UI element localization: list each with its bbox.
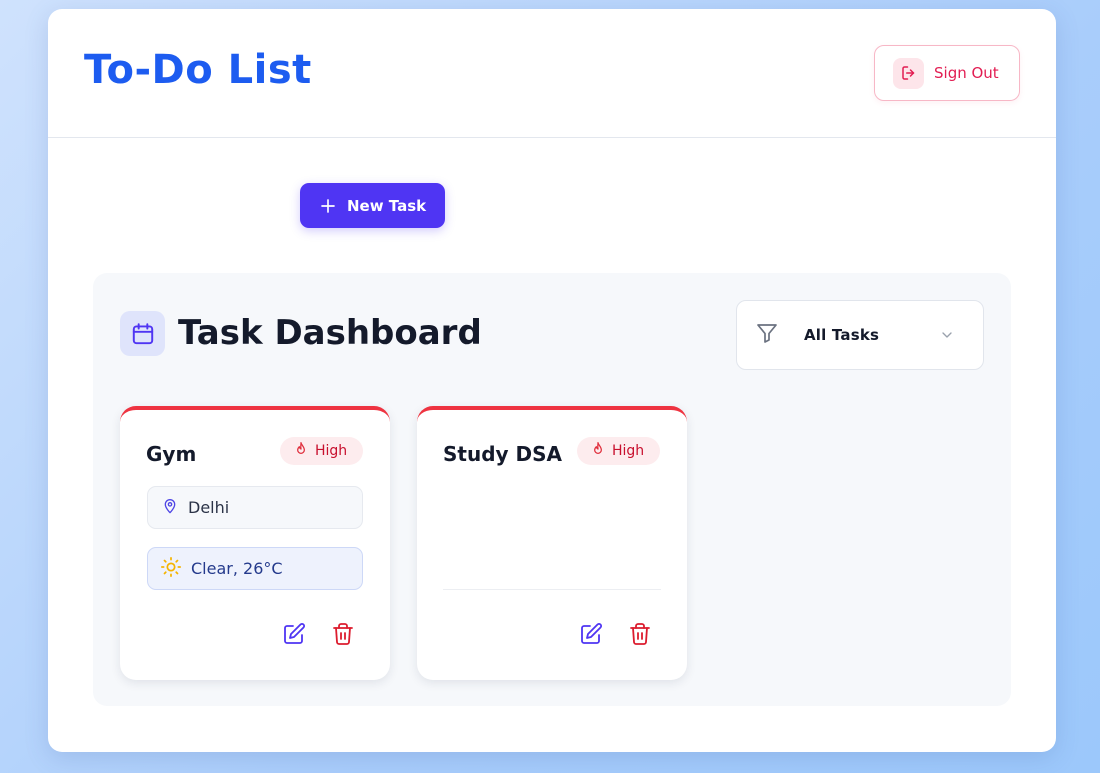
- sign-out-label: Sign Out: [934, 64, 999, 82]
- priority-label: High: [612, 443, 645, 459]
- weather-label: Clear, 26°C: [191, 559, 283, 578]
- header: To-Do List Sign Out: [48, 9, 1056, 138]
- location-info: Delhi: [147, 486, 363, 529]
- sign-out-icon: [893, 57, 924, 89]
- plus-icon: [319, 197, 337, 215]
- new-task-button[interactable]: New Task: [300, 183, 445, 228]
- trash-icon: [331, 623, 355, 650]
- edit-icon: [579, 623, 603, 650]
- app-title: To-Do List: [84, 47, 312, 93]
- flame-icon: [590, 441, 606, 461]
- sun-icon: [160, 556, 182, 582]
- task-dashboard: Task Dashboard All Tasks Gym High Delhi …: [93, 273, 1011, 706]
- delete-task-button[interactable]: [331, 622, 355, 646]
- edit-task-button[interactable]: [579, 622, 603, 646]
- map-pin-icon: [162, 498, 178, 518]
- app-window: To-Do List Sign Out New Task Task Dashbo…: [48, 9, 1056, 752]
- filter-selected-value: All Tasks: [804, 326, 880, 344]
- task-title: Study DSA: [443, 442, 563, 466]
- trash-icon: [628, 623, 652, 650]
- calendar-icon: [120, 311, 165, 356]
- edit-task-button[interactable]: [282, 622, 306, 646]
- priority-badge: High: [577, 437, 660, 465]
- chevron-down-icon: [939, 327, 955, 347]
- weather-info: Clear, 26°C: [147, 547, 363, 590]
- location-label: Delhi: [188, 498, 230, 517]
- task-card: Study DSA High: [417, 406, 687, 680]
- task-title: Gym: [146, 442, 197, 466]
- card-divider: [443, 589, 661, 590]
- sign-out-button[interactable]: Sign Out: [874, 45, 1020, 101]
- priority-label: High: [315, 443, 348, 459]
- priority-badge: High: [280, 437, 363, 465]
- dashboard-title: Task Dashboard: [178, 313, 482, 353]
- task-filter-select[interactable]: All Tasks: [736, 300, 984, 370]
- delete-task-button[interactable]: [628, 622, 652, 646]
- filter-icon: [755, 321, 779, 349]
- task-card: Gym High Delhi Clear, 26°C: [120, 406, 390, 680]
- edit-icon: [282, 623, 306, 650]
- new-task-label: New Task: [347, 196, 427, 215]
- flame-icon: [293, 441, 309, 461]
